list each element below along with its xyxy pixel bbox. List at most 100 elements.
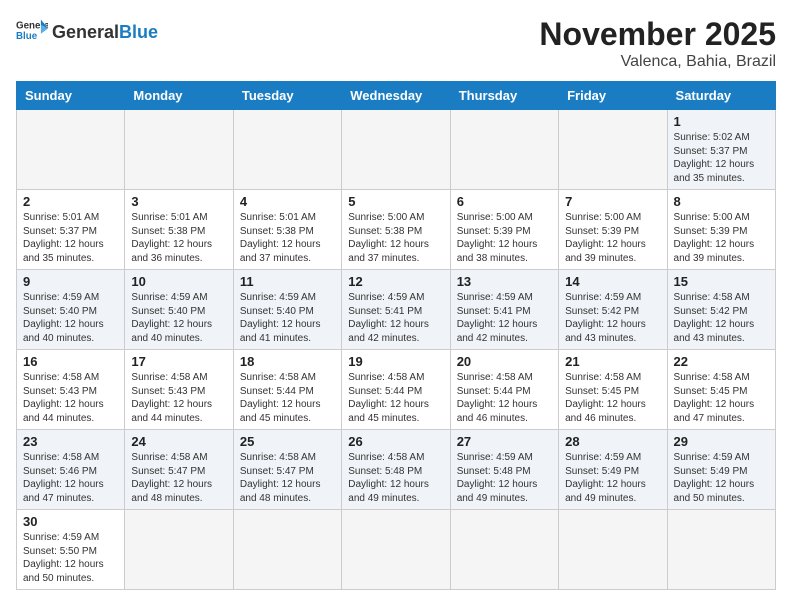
- day-info: Sunrise: 4:58 AM Sunset: 5:44 PM Dayligh…: [348, 371, 443, 425]
- header-monday: Monday: [125, 82, 233, 110]
- day-info: Sunrise: 5:00 AM Sunset: 5:39 PM Dayligh…: [457, 211, 552, 265]
- day-number: 22: [674, 354, 769, 369]
- table-row: [450, 110, 558, 190]
- day-info: Sunrise: 4:58 AM Sunset: 5:43 PM Dayligh…: [131, 371, 226, 425]
- table-row: 15 Sunrise: 4:58 AM Sunset: 5:42 PM Dayli…: [667, 270, 775, 350]
- month-title: November 2025: [539, 16, 776, 53]
- table-row: [342, 110, 450, 190]
- day-number: 2: [23, 194, 118, 209]
- day-number: 26: [348, 434, 443, 449]
- day-info: Sunrise: 4:59 AM Sunset: 5:49 PM Dayligh…: [565, 451, 660, 505]
- table-row: 3 Sunrise: 5:01 AM Sunset: 5:38 PM Daylig…: [125, 190, 233, 270]
- day-info: Sunrise: 4:59 AM Sunset: 5:40 PM Dayligh…: [240, 291, 335, 345]
- table-row: 8 Sunrise: 5:00 AM Sunset: 5:39 PM Daylig…: [667, 190, 775, 270]
- day-number: 24: [131, 434, 226, 449]
- table-row: [559, 510, 667, 590]
- day-info: Sunrise: 5:00 AM Sunset: 5:39 PM Dayligh…: [565, 211, 660, 265]
- day-info: Sunrise: 5:00 AM Sunset: 5:38 PM Dayligh…: [348, 211, 443, 265]
- day-number: 7: [565, 194, 660, 209]
- table-row: 25 Sunrise: 4:58 AM Sunset: 5:47 PM Dayli…: [233, 430, 341, 510]
- day-number: 20: [457, 354, 552, 369]
- table-row: 13Sunrise: 4:59 AM Sunset: 5:41 PM Dayli…: [450, 270, 558, 350]
- table-row: 29 Sunrise: 4:59 AM Sunset: 5:49 PM Dayli…: [667, 430, 775, 510]
- day-number: 28: [565, 434, 660, 449]
- calendar-week-row: 9 Sunrise: 4:59 AM Sunset: 5:40 PM Daylig…: [17, 270, 776, 350]
- day-number: 27: [457, 434, 552, 449]
- table-row: 5 Sunrise: 5:00 AM Sunset: 5:38 PM Daylig…: [342, 190, 450, 270]
- table-row: 23 Sunrise: 4:58 AM Sunset: 5:46 PM Dayli…: [17, 430, 125, 510]
- table-row: 27 Sunrise: 4:59 AM Sunset: 5:48 PM Dayli…: [450, 430, 558, 510]
- day-info: Sunrise: 4:59 AM Sunset: 5:40 PM Dayligh…: [131, 291, 226, 345]
- table-row: [450, 510, 558, 590]
- day-number: 8: [674, 194, 769, 209]
- day-info: Sunrise: 4:58 AM Sunset: 5:47 PM Dayligh…: [240, 451, 335, 505]
- table-row: [125, 110, 233, 190]
- calendar-week-row: 1 Sunrise: 5:02 AM Sunset: 5:37 PM Daylig…: [17, 110, 776, 190]
- day-number: 19: [348, 354, 443, 369]
- table-row: [17, 110, 125, 190]
- day-info: Sunrise: 4:58 AM Sunset: 5:42 PM Dayligh…: [674, 291, 769, 345]
- day-number: 6: [457, 194, 552, 209]
- logo: General Blue GeneralBlue: [16, 16, 158, 48]
- table-row: 21 Sunrise: 4:58 AM Sunset: 5:45 PM Dayli…: [559, 350, 667, 430]
- logo-icon: General Blue: [16, 16, 48, 48]
- svg-text:Blue: Blue: [16, 31, 38, 42]
- day-number: 3: [131, 194, 226, 209]
- table-row: 22 Sunrise: 4:58 AM Sunset: 5:45 PM Dayli…: [667, 350, 775, 430]
- table-row: 12Sunrise: 4:59 AM Sunset: 5:41 PM Dayli…: [342, 270, 450, 350]
- day-info: Sunrise: 4:59 AM Sunset: 5:49 PM Dayligh…: [674, 451, 769, 505]
- day-info: Sunrise: 5:01 AM Sunset: 5:38 PM Dayligh…: [131, 211, 226, 265]
- table-row: [125, 510, 233, 590]
- header-friday: Friday: [559, 82, 667, 110]
- table-row: 9 Sunrise: 4:59 AM Sunset: 5:40 PM Daylig…: [17, 270, 125, 350]
- day-info: Sunrise: 5:00 AM Sunset: 5:39 PM Dayligh…: [674, 211, 769, 265]
- day-info: Sunrise: 4:59 AM Sunset: 5:40 PM Dayligh…: [23, 291, 118, 345]
- day-info: Sunrise: 4:58 AM Sunset: 5:45 PM Dayligh…: [565, 371, 660, 425]
- day-info: Sunrise: 5:02 AM Sunset: 5:37 PM Dayligh…: [674, 131, 769, 185]
- day-number: 25: [240, 434, 335, 449]
- table-row: 20 Sunrise: 4:58 AM Sunset: 5:44 PM Dayli…: [450, 350, 558, 430]
- table-row: 7 Sunrise: 5:00 AM Sunset: 5:39 PM Daylig…: [559, 190, 667, 270]
- table-row: 16 Sunrise: 4:58 AM Sunset: 5:43 PM Dayli…: [17, 350, 125, 430]
- day-number: 9: [23, 274, 118, 289]
- day-number: 13: [457, 274, 552, 289]
- day-info: Sunrise: 4:59 AM Sunset: 5:48 PM Dayligh…: [457, 451, 552, 505]
- day-info: Sunrise: 4:58 AM Sunset: 5:43 PM Dayligh…: [23, 371, 118, 425]
- day-number: 21: [565, 354, 660, 369]
- day-number: 29: [674, 434, 769, 449]
- table-row: [559, 110, 667, 190]
- day-number: 4: [240, 194, 335, 209]
- table-row: 26 Sunrise: 4:58 AM Sunset: 5:48 PM Dayli…: [342, 430, 450, 510]
- day-number: 5: [348, 194, 443, 209]
- table-row: [233, 110, 341, 190]
- header-sunday: Sunday: [17, 82, 125, 110]
- day-info: Sunrise: 4:58 AM Sunset: 5:48 PM Dayligh…: [348, 451, 443, 505]
- day-info: Sunrise: 4:58 AM Sunset: 5:46 PM Dayligh…: [23, 451, 118, 505]
- day-number: 12: [348, 274, 443, 289]
- table-row: 1 Sunrise: 5:02 AM Sunset: 5:37 PM Daylig…: [667, 110, 775, 190]
- day-number: 17: [131, 354, 226, 369]
- table-row: 11 Sunrise: 4:59 AM Sunset: 5:40 PM Dayli…: [233, 270, 341, 350]
- header-thursday: Thursday: [450, 82, 558, 110]
- table-row: [233, 510, 341, 590]
- table-row: 24Sunrise: 4:58 AM Sunset: 5:47 PM Dayli…: [125, 430, 233, 510]
- table-row: 14Sunrise: 4:59 AM Sunset: 5:42 PM Dayli…: [559, 270, 667, 350]
- day-info: Sunrise: 4:58 AM Sunset: 5:45 PM Dayligh…: [674, 371, 769, 425]
- header-wednesday: Wednesday: [342, 82, 450, 110]
- weekday-header-row: Sunday Monday Tuesday Wednesday Thursday…: [17, 82, 776, 110]
- day-number: 30: [23, 514, 118, 529]
- day-number: 16: [23, 354, 118, 369]
- day-info: Sunrise: 4:59 AM Sunset: 5:42 PM Dayligh…: [565, 291, 660, 345]
- calendar: Sunday Monday Tuesday Wednesday Thursday…: [16, 81, 776, 590]
- calendar-week-row: 16 Sunrise: 4:58 AM Sunset: 5:43 PM Dayli…: [17, 350, 776, 430]
- day-number: 15: [674, 274, 769, 289]
- table-row: 2Sunrise: 5:01 AM Sunset: 5:37 PM Daylig…: [17, 190, 125, 270]
- day-number: 11: [240, 274, 335, 289]
- location-title: Valenca, Bahia, Brazil: [539, 53, 776, 71]
- header-tuesday: Tuesday: [233, 82, 341, 110]
- day-number: 23: [23, 434, 118, 449]
- day-info: Sunrise: 4:58 AM Sunset: 5:44 PM Dayligh…: [457, 371, 552, 425]
- table-row: 10Sunrise: 4:59 AM Sunset: 5:40 PM Dayli…: [125, 270, 233, 350]
- calendar-week-row: 2Sunrise: 5:01 AM Sunset: 5:37 PM Daylig…: [17, 190, 776, 270]
- day-number: 1: [674, 114, 769, 129]
